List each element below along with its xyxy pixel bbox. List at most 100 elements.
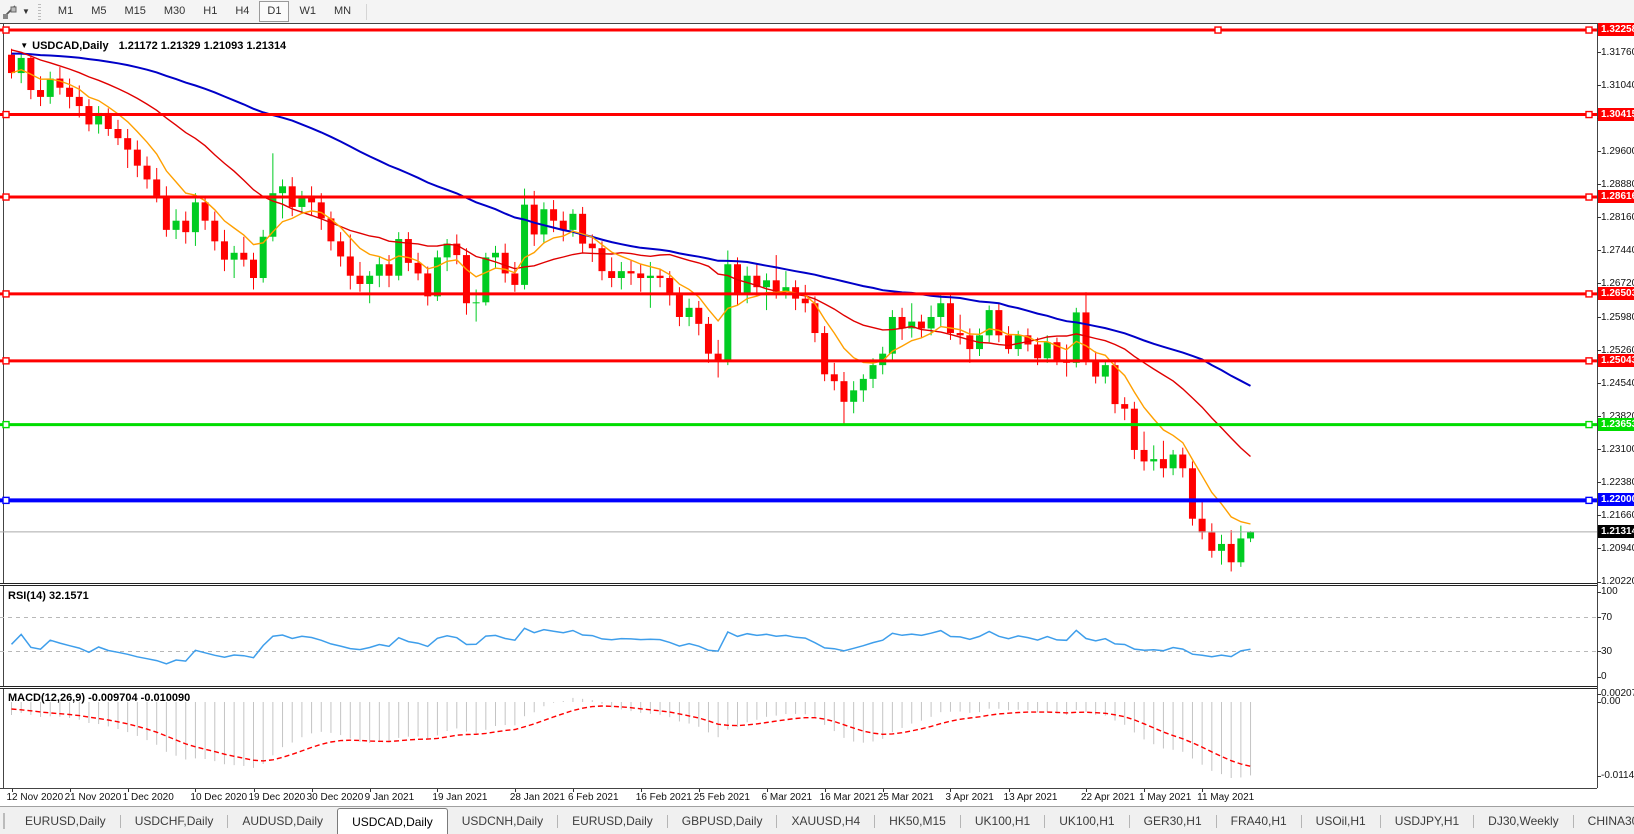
chart-tab-china300-h1[interactable]: CHINA300,H1 xyxy=(1574,807,1634,834)
date-label: 25 Feb 2021 xyxy=(693,792,750,803)
timeframe-button-m30[interactable]: M30 xyxy=(156,1,193,22)
chart-tab-usdchf-daily[interactable]: USDCHF,Daily xyxy=(121,807,228,834)
timeframe-button-h1[interactable]: H1 xyxy=(195,1,225,22)
timeframe-button-m15[interactable]: M15 xyxy=(116,1,153,22)
timeframe-button-d1[interactable]: D1 xyxy=(259,1,290,22)
line-anchor-handle[interactable] xyxy=(2,420,10,429)
toolbar-dropdown-caret-icon[interactable]: ▼ xyxy=(22,7,30,16)
chart-tab-uk100-h1[interactable]: UK100,H1 xyxy=(1045,807,1128,834)
date-label: 28 Jan 2021 xyxy=(509,792,565,803)
date-label: 19 Dec 2020 xyxy=(248,792,306,803)
chart-tab-hk50-m15[interactable]: HK50,M15 xyxy=(875,807,960,834)
price-level-badge: 1.32258 xyxy=(1598,23,1634,37)
chart-symbol-label: USDCAD,Daily xyxy=(32,40,109,52)
date-label: 1 May 2021 xyxy=(1139,792,1192,803)
toolbar-divider xyxy=(366,3,368,20)
date-label: 11 May 2021 xyxy=(1197,792,1255,803)
date-label: 9 Jan 2021 xyxy=(364,792,415,803)
macd-signal-line xyxy=(11,705,1251,767)
price-tick-label: 1.31040 xyxy=(1601,79,1634,91)
chart-tab-usoil-h1[interactable]: USOil,H1 xyxy=(1302,807,1380,834)
tab-bar-grip xyxy=(3,813,5,829)
ema8-line xyxy=(11,68,1251,525)
price-tick-label: 1.28160 xyxy=(1601,211,1634,223)
price-tick-label: 1.27440 xyxy=(1601,244,1634,256)
line-anchor-handle[interactable] xyxy=(2,290,10,298)
symbol-dropdown-icon[interactable]: ▼ xyxy=(20,41,28,50)
price-tick-label: 1.31760 xyxy=(1601,46,1634,58)
rsi-tick-label: 100 xyxy=(1601,586,1618,597)
rsi-tick-label: 30 xyxy=(1601,645,1613,657)
rsi-line xyxy=(10,627,1251,665)
line-anchor-handle[interactable] xyxy=(1585,290,1593,298)
price-level-badge: 1.25043 xyxy=(1598,353,1634,367)
macd-histogram xyxy=(11,697,1252,779)
sma20-line xyxy=(11,49,1251,458)
main-price-chart xyxy=(0,26,1597,572)
price-tick-label: 1.25980 xyxy=(1601,311,1634,323)
date-label: 25 Mar 2021 xyxy=(877,792,934,803)
date-label: 1 Dec 2020 xyxy=(122,792,174,803)
rsi-tick-label: 70 xyxy=(1601,611,1613,623)
rsi-panel-splitter[interactable] xyxy=(0,583,1597,586)
timeframe-button-m5[interactable]: M5 xyxy=(83,1,114,22)
price-tick-label: 1.29600 xyxy=(1601,145,1634,157)
chart-tab-usdcad-daily[interactable]: USDCAD,Daily xyxy=(337,808,448,834)
line-anchor-handle[interactable] xyxy=(2,496,10,505)
timeframe-button-mn[interactable]: MN xyxy=(326,1,359,22)
line-anchor-handle[interactable] xyxy=(1585,420,1593,429)
date-label: 19 Jan 2021 xyxy=(432,792,488,803)
toolbar-grip-handle[interactable] xyxy=(37,3,41,20)
date-label: 21 Nov 2020 xyxy=(64,792,122,803)
chart-tab-eurusd-daily[interactable]: EURUSD,Daily xyxy=(11,807,120,834)
current-price-badge: 1.21314 xyxy=(1598,524,1634,538)
timeframe-button-m1[interactable]: M1 xyxy=(50,1,81,22)
line-anchor-handle[interactable] xyxy=(1585,26,1593,34)
macd-indicator-panel xyxy=(11,697,1252,779)
price-tick-label: 1.28880 xyxy=(1601,178,1634,190)
rsi-label: RSI(14) 32.1571 xyxy=(8,590,89,602)
timeframe-button-w1[interactable]: W1 xyxy=(291,1,324,22)
date-label: 16 Feb 2021 xyxy=(635,792,692,803)
chart-tab-usdcnh-daily[interactable]: USDCNH,Daily xyxy=(448,807,557,834)
date-label: 10 Dec 2020 xyxy=(190,792,248,803)
chart-tab-audusd-daily[interactable]: AUDUSD,Daily xyxy=(228,807,337,834)
price-tick-label: 1.23100 xyxy=(1601,443,1634,455)
timeframe-button-h4[interactable]: H4 xyxy=(227,1,257,22)
price-tick-label: 1.20940 xyxy=(1601,542,1634,554)
line-anchor-handle[interactable] xyxy=(1214,26,1222,34)
chart-tab-fra40-h1[interactable]: FRA40,H1 xyxy=(1217,807,1301,834)
line-anchor-handle[interactable] xyxy=(1585,193,1593,201)
date-label: 6 Feb 2021 xyxy=(567,792,619,803)
date-label: 16 Mar 2021 xyxy=(819,792,876,803)
date-label: 12 Nov 2020 xyxy=(6,792,64,803)
date-label: 22 Apr 2021 xyxy=(1080,792,1135,803)
chart-tab-ger30-h1[interactable]: GER30,H1 xyxy=(1130,807,1216,834)
mt4-window: ▼ M1 M5 M15 M30 H1 H4 D1 W1 MN ▼ USDCAD,Daily 1.21… xyxy=(0,0,1634,834)
line-anchor-handle[interactable] xyxy=(2,110,10,119)
line-anchor-handle[interactable] xyxy=(1585,110,1593,119)
price-tick-label: 1.24540 xyxy=(1601,377,1634,389)
timeframe-button-group: M1 M5 M15 M30 H1 H4 D1 W1 MN xyxy=(49,1,360,22)
candles-layer xyxy=(8,48,1255,572)
line-anchor-handle[interactable] xyxy=(1585,496,1593,505)
chart-tab-gbpusd-daily[interactable]: GBPUSD,Daily xyxy=(668,807,777,834)
price-level-badge: 1.26503 xyxy=(1598,286,1634,300)
rsi-tick-label: 0 xyxy=(1601,671,1607,682)
chart-tool-icon[interactable] xyxy=(2,4,20,20)
price-level-badge: 1.22000 xyxy=(1598,493,1634,507)
chart-tab-bar: EURUSD,Daily USDCHF,Daily AUDUSD,Daily USDC… xyxy=(0,806,1634,834)
time-axis: 12 Nov 2020 21 Nov 2020 1 Dec 2020 10 Dec 2… xyxy=(0,789,1634,806)
line-anchor-handle[interactable] xyxy=(2,357,10,365)
line-anchor-handle[interactable] xyxy=(1585,357,1593,365)
date-label: 3 Apr 2021 xyxy=(945,792,994,803)
chart-tab-xauusd-h4[interactable]: XAUUSD,H4 xyxy=(777,807,874,834)
chart-tab-dj30-weekly[interactable]: DJ30,Weekly xyxy=(1474,807,1572,834)
line-anchor-handle[interactable] xyxy=(2,193,10,201)
chart-tab-eurusd-daily[interactable]: EURUSD,Daily xyxy=(558,807,667,834)
chart-tab-usdjpy-h1[interactable]: USDJPY,H1 xyxy=(1381,807,1473,834)
macd-tick-label: -0.01146 xyxy=(1601,770,1634,782)
macd-panel-splitter[interactable] xyxy=(0,686,1597,689)
rsi-indicator-panel xyxy=(0,617,1597,665)
chart-tab-uk100-h1[interactable]: UK100,H1 xyxy=(961,807,1044,834)
